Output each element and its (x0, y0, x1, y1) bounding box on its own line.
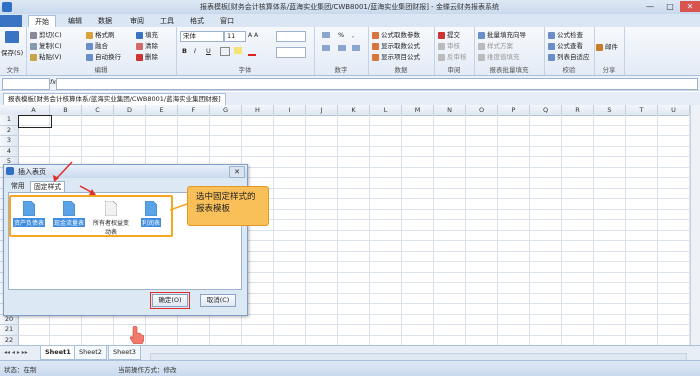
annotation-arrows (53, 161, 188, 211)
hand-cursor-icon (130, 326, 144, 344)
callout-pointer (169, 203, 188, 211)
tab-arrow (55, 161, 73, 180)
